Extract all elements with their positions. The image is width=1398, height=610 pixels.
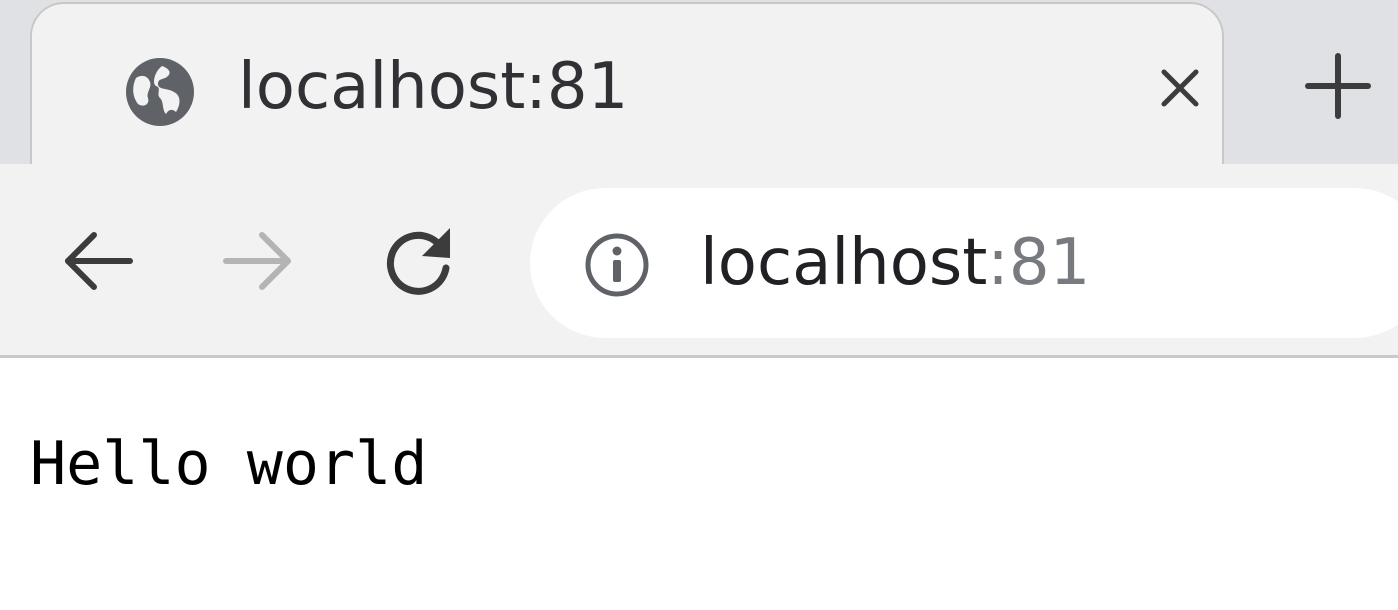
address-bar[interactable]: localhost:81 <box>530 188 1398 338</box>
plus-icon[interactable] <box>1298 46 1378 126</box>
toolbar: localhost:81 <box>0 164 1398 358</box>
tab-strip: localhost:81 <box>0 0 1398 165</box>
reload-icon[interactable] <box>374 216 464 306</box>
tab-active[interactable]: localhost:81 <box>30 2 1224 165</box>
tab-title: localhost:81 <box>238 50 629 124</box>
info-icon[interactable] <box>582 230 652 300</box>
url-port: :81 <box>987 226 1091 300</box>
close-icon[interactable] <box>1150 58 1210 118</box>
arrow-right-icon[interactable] <box>212 216 302 306</box>
url-text[interactable]: localhost:81 <box>700 218 1090 308</box>
globe-icon <box>126 58 194 126</box>
url-host: localhost <box>700 226 988 300</box>
page-body-text: Hello world <box>30 429 428 499</box>
page-content: Hello world <box>0 358 1398 610</box>
arrow-left-icon[interactable] <box>54 216 144 306</box>
browser-window: localhost:81 localhost:81 Hello world <box>0 0 1398 610</box>
